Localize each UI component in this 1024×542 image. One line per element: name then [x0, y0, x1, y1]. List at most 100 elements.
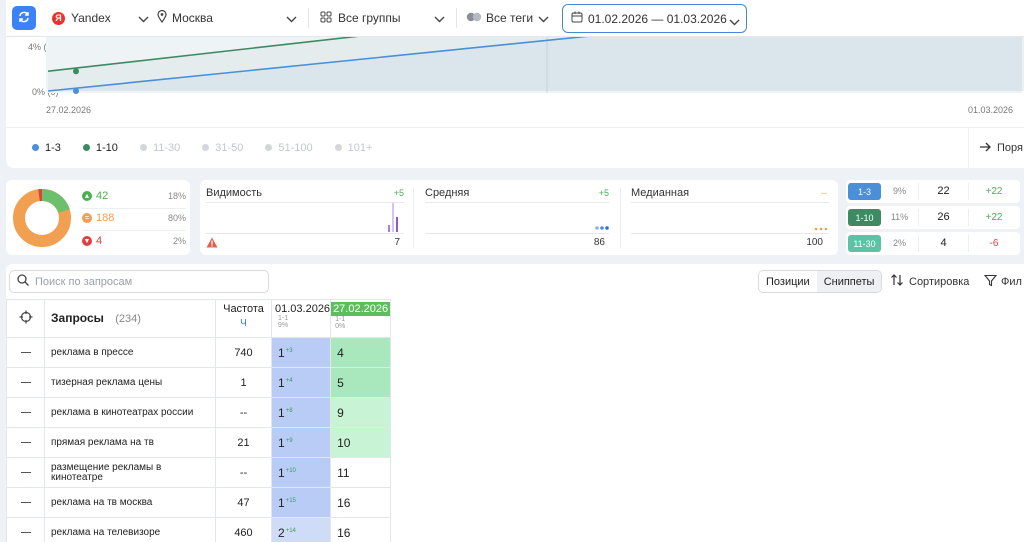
frequency-cell: 47 [215, 487, 272, 518]
position-delta: +22 [985, 186, 1003, 197]
query-text: реклама на телевизоре [51, 526, 161, 538]
legend-item-1-3[interactable]: 1-3 [32, 142, 61, 154]
legend-label: 1-3 [45, 141, 61, 154]
legend-label: 101+ [347, 141, 373, 154]
frequency-header-cell[interactable]: Частота Ч [215, 299, 272, 338]
position-group-row[interactable]: 1-3 9% 22 +22 [846, 180, 1020, 203]
yandex-logo-icon: Я [52, 11, 65, 25]
down-count: 4 [96, 235, 103, 247]
location-pin-icon [157, 9, 167, 26]
queries-table: Запросы (234) Частота Ч 01.03.2026 1-1 9… [6, 299, 392, 542]
legend-item-101-plus[interactable]: 101+ [334, 141, 373, 154]
query-cell: тизерная реклама цены [44, 367, 216, 398]
tab-positions[interactable]: Позиции [759, 271, 817, 292]
dash-icon [20, 441, 31, 444]
position-cell: 16 [330, 487, 392, 518]
dash-icon [20, 411, 31, 414]
frequency-cell: 740 [215, 337, 272, 368]
sync-button[interactable] [12, 6, 36, 30]
row-select-cell[interactable] [6, 397, 45, 428]
search-engine-dropdown[interactable]: Я Yandex [52, 4, 149, 32]
grid-icon [320, 11, 332, 26]
position-value: 16 [337, 495, 351, 510]
position-change: +10 [285, 467, 296, 474]
position-pct: 9% [881, 183, 919, 200]
table-row[interactable]: реклама в кинотеатрах россии -- 1+8 9 [6, 397, 392, 428]
sort-button[interactable]: Сортировка [890, 270, 969, 293]
position-value: 5 [337, 375, 344, 390]
top-toolbar: Я Yandex Москва Все группы Все теги 01.0… [6, 0, 1024, 37]
legend-item-1-10[interactable]: 1-10 [82, 141, 118, 154]
table-row[interactable]: прямая реклама на тв 21 1+9 10 [6, 427, 392, 458]
table-row[interactable]: реклама в прессе 740 1+3 4 [6, 337, 392, 368]
position-value: 1 [278, 465, 285, 480]
spark-point [605, 226, 609, 230]
divider [82, 230, 186, 231]
median-metric: Медианная -- 100 [625, 180, 835, 255]
sort-label: Сортировка [909, 275, 970, 288]
spark-point [824, 227, 828, 231]
row-select-cell[interactable] [6, 337, 45, 368]
table-row[interactable]: реклама на тв москва 47 1+15 16 [6, 487, 392, 518]
sort-icon [890, 273, 904, 290]
queries-header: Запросы [51, 311, 104, 325]
legend-item-11-30[interactable]: 11-30 [139, 142, 180, 154]
row-select-cell[interactable] [6, 367, 45, 398]
region-label: Москва [172, 11, 213, 25]
position-group-row[interactable]: 11-30 2% 4 -6 [846, 232, 1020, 255]
metric-delta: +5 [393, 188, 404, 198]
position-value: 1 [278, 345, 285, 360]
tags-icon [466, 11, 482, 25]
legend-label: 51-100 [278, 141, 313, 154]
metric-value: 7 [394, 237, 400, 248]
order-button[interactable]: Поря [968, 128, 1023, 168]
data-point[interactable] [73, 88, 79, 94]
filter-button[interactable]: Фил [983, 270, 1022, 293]
table-row[interactable]: реклама на телевизоре 460 2+14 16 [6, 517, 392, 542]
chevron-down-icon [538, 12, 549, 26]
metric-line [206, 233, 404, 234]
metric-delta: -- [821, 188, 827, 198]
row-select-cell[interactable] [6, 457, 45, 488]
tags-label: Все теги [486, 11, 534, 25]
tags-dropdown[interactable]: Все теги [466, 4, 549, 32]
data-point[interactable] [73, 68, 79, 75]
position-cell: 1+8 [270, 397, 332, 428]
row-select-cell[interactable] [6, 517, 45, 542]
date-sub-pct: 0% [335, 323, 346, 330]
donut-segment-up [41, 188, 70, 214]
metric-title: Медианная [631, 187, 690, 199]
date-header: 01.03.2026 [275, 303, 331, 315]
date-column-header[interactable]: 27.02.2026 1-1 0% [330, 299, 392, 338]
metric-value: 100 [806, 237, 823, 248]
region-dropdown[interactable]: Москва [157, 4, 297, 32]
row-select-cell[interactable] [6, 487, 45, 518]
divider [82, 208, 186, 209]
row-select-cell[interactable] [6, 427, 45, 458]
frequency-value: 740 [234, 346, 253, 359]
position-group-row[interactable]: 1-10 11% 26 +22 [846, 206, 1020, 229]
legend-dot [202, 144, 210, 151]
position-count: 4 [919, 235, 969, 252]
table-row[interactable]: тизерная реклама цены 1 1+4 5 [6, 367, 392, 398]
query-search-box[interactable]: Поиск по запросам [9, 270, 269, 293]
metric-title: Видимость [206, 187, 262, 199]
arrow-down-icon: ▼ [82, 236, 92, 246]
legend-dot [32, 144, 39, 151]
legend-label: 1-10 [95, 141, 118, 154]
view-tabs: Позиции Сниппеты [758, 270, 883, 293]
groups-dropdown[interactable]: Все группы [320, 4, 445, 32]
refresh-icon [17, 10, 31, 27]
crosshair-icon[interactable] [19, 310, 33, 327]
legend-item-51-100[interactable]: 51-100 [265, 141, 313, 154]
same-count: 188 [96, 212, 115, 224]
legend-item-31-50[interactable]: 31-50 [202, 142, 243, 154]
queries-header-cell[interactable]: Запросы (234) [44, 299, 216, 338]
position-count: 22 [919, 183, 969, 200]
date-column-header[interactable]: 01.03.2026 1-1 9% [270, 299, 332, 338]
dash-icon [20, 471, 31, 474]
table-row[interactable]: размещение рекламы в кинотеатре -- 1+10 11 [6, 457, 392, 488]
position-cell: 1+15 [270, 487, 332, 518]
date-range-picker[interactable]: 01.02.2026 — 01.03.2026 [562, 4, 747, 33]
tab-snippets[interactable]: Сниппеты [816, 271, 882, 292]
